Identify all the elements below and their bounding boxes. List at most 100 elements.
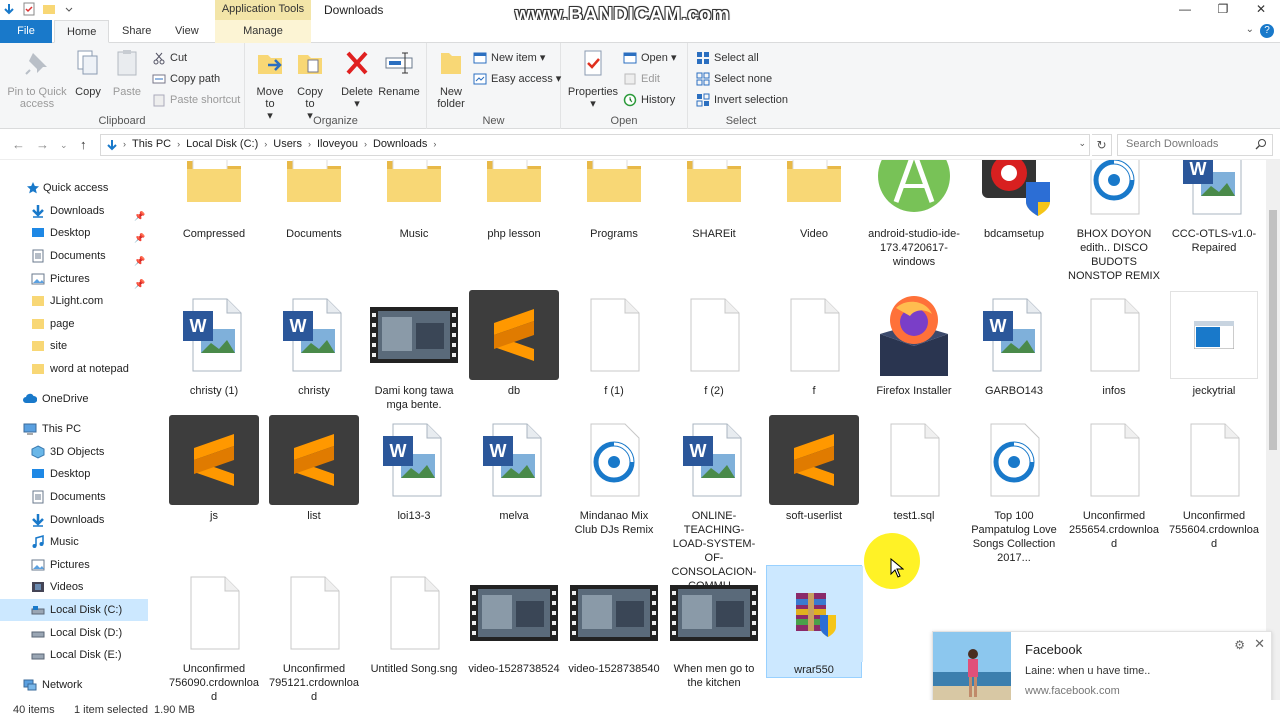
file-tile[interactable]: f <box>766 287 862 398</box>
forward-arrow-icon[interactable]: → <box>36 137 49 152</box>
tab-file[interactable]: File <box>0 20 52 43</box>
file-tile[interactable]: Wloi13-3 <box>366 412 462 523</box>
file-tile[interactable]: W CCC-OTLS-v1.0-Repaired <box>1166 160 1262 255</box>
file-tile[interactable]: Unconfirmed 795121.crdownload <box>266 565 362 700</box>
file-tile[interactable]: Compressed <box>166 160 262 241</box>
nav-3d-objects[interactable]: 3D Objects <box>0 441 148 463</box>
close-icon[interactable]: ✕ <box>1254 636 1265 652</box>
file-tile[interactable]: Wmelva <box>466 412 562 523</box>
help-icon[interactable]: ? <box>1260 24 1274 38</box>
file-tile[interactable]: Documents <box>266 160 362 241</box>
crumb-this-pc[interactable]: This PC <box>132 138 171 150</box>
open-button[interactable]: Open ▾ <box>623 49 677 67</box>
crumb-downloads[interactable]: Downloads <box>373 138 427 150</box>
up-arrow-icon[interactable]: ↑ <box>80 137 87 152</box>
nav-onedrive[interactable]: OneDrive <box>0 388 148 410</box>
nav-qa-pictures[interactable]: Pictures 📌 <box>0 268 148 290</box>
file-tile[interactable]: js <box>166 412 262 523</box>
nav-pc-documents[interactable]: Documents <box>0 486 148 508</box>
nav-pc-pictures[interactable]: Pictures <box>0 554 148 576</box>
file-tile[interactable]: video-1528738524 <box>466 565 562 676</box>
file-tile[interactable]: jeckytrial <box>1166 287 1262 398</box>
file-tile[interactable]: Dami kong tawa mga bente. <box>366 287 462 412</box>
file-tile[interactable]: Unconfirmed 755604.crdownload <box>1166 412 1262 551</box>
file-tile[interactable]: soft-userlist <box>766 412 862 523</box>
file-tile[interactable]: php lesson <box>466 160 562 241</box>
file-tile[interactable]: Unconfirmed 255654.crdownload <box>1066 412 1162 551</box>
file-tile[interactable]: test1.sql <box>866 412 962 523</box>
file-tile[interactable]: When men go to the kitchen <box>666 565 762 690</box>
file-tile[interactable]: Music <box>366 160 462 241</box>
nav-qa-downloads[interactable]: Downloads 📌 <box>0 200 148 222</box>
nav-qa-word-at-notepad[interactable]: word at notepad <box>0 358 148 380</box>
search-input[interactable]: Search Downloads <box>1117 134 1273 156</box>
new-folder-icon[interactable] <box>42 2 56 16</box>
crumb-users[interactable]: Users <box>273 138 302 150</box>
nav-local-disk-d[interactable]: Local Disk (D:) <box>0 622 148 644</box>
nav-pc-videos[interactable]: Videos <box>0 576 148 598</box>
invert-selection-button[interactable]: Invert selection <box>696 91 788 109</box>
file-tile[interactable]: f (1) <box>566 287 662 398</box>
facebook-notification[interactable]: Facebook Laine: when u have time.. www.f… <box>932 631 1272 710</box>
file-tile[interactable]: Firefox Installer <box>866 287 962 398</box>
cut-button[interactable]: Cut <box>152 49 187 67</box>
file-tile[interactable]: Video <box>766 160 862 241</box>
tab-manage[interactable]: Manage <box>215 20 311 43</box>
copy-button[interactable]: Copy <box>72 47 104 98</box>
rename-button[interactable]: Rename <box>377 47 421 98</box>
back-arrow-icon[interactable]: ← <box>12 137 25 152</box>
file-tile[interactable]: Mindanao Mix Club DJs Remix <box>566 412 662 537</box>
nav-qa-documents[interactable]: Documents 📌 <box>0 245 148 267</box>
file-tile[interactable]: Top 100 Pampatulog Love Songs Collection… <box>966 412 1062 565</box>
tab-home[interactable]: Home <box>54 20 110 43</box>
vertical-scrollbar[interactable] <box>1266 160 1280 700</box>
nav-pc-music[interactable]: Music <box>0 531 148 553</box>
crumb-local-disk[interactable]: Local Disk (C:) <box>186 138 258 150</box>
file-tile[interactable]: SHAREit <box>666 160 762 241</box>
nav-pc-downloads[interactable]: Downloads <box>0 509 148 531</box>
nav-qa-page[interactable]: page <box>0 313 148 335</box>
maximize-button[interactable]: ❐ <box>1204 0 1242 20</box>
history-button[interactable]: History <box>623 91 675 109</box>
file-tile[interactable]: Wchristy <box>266 287 362 398</box>
move-to-button[interactable]: Move to ▾ <box>253 47 287 122</box>
file-tile[interactable]: Wchristy (1) <box>166 287 262 398</box>
properties-button[interactable]: Properties ▾ <box>567 47 619 110</box>
nav-quick-access[interactable]: Quick access <box>0 177 148 199</box>
file-tile[interactable]: infos <box>1066 287 1162 398</box>
nav-pc-desktop[interactable]: Desktop <box>0 463 148 485</box>
select-none-button[interactable]: Select none <box>696 70 772 88</box>
nav-qa-jlight[interactable]: JLight.com <box>0 290 148 312</box>
scrollbar-thumb[interactable] <box>1269 210 1277 450</box>
nav-local-disk-e[interactable]: Local Disk (E:) <box>0 644 148 666</box>
nav-qa-desktop[interactable]: Desktop 📌 <box>0 222 148 244</box>
file-tile[interactable]: BHOX DOYON edith.. DISCO BUDOTS NONSTOP … <box>1066 160 1162 283</box>
tab-share[interactable]: Share <box>110 20 163 43</box>
copy-to-button[interactable]: Copy to ▾ <box>293 47 327 122</box>
delete-button[interactable]: Delete ▾ <box>339 47 375 110</box>
file-tile[interactable]: Unconfirmed 756090.crdownload <box>166 565 262 700</box>
address-dropdown-icon[interactable]: ⌄ <box>1078 138 1086 149</box>
crumb-user[interactable]: Iloveyou <box>317 138 358 150</box>
recent-locations-chevron-icon[interactable]: ⌄ <box>60 140 68 151</box>
properties-check-icon[interactable] <box>22 2 36 16</box>
minimize-button[interactable]: — <box>1166 0 1204 20</box>
address-bar[interactable]: › This PC › Local Disk (C:) › Users › Il… <box>100 134 1090 156</box>
close-button[interactable]: ✕ <box>1242 0 1280 20</box>
file-tile[interactable]: Untitled Song.sng <box>366 565 462 676</box>
copy-path-button[interactable]: Copy path <box>152 70 220 88</box>
tab-view[interactable]: View <box>163 20 211 43</box>
gear-icon[interactable]: ⚙ <box>1234 638 1245 652</box>
file-tile[interactable]: db <box>466 287 562 398</box>
file-tile[interactable]: list <box>266 412 362 523</box>
file-tile[interactable]: bdcamsetup <box>966 160 1062 241</box>
paste-shortcut-button[interactable]: Paste shortcut <box>152 91 240 109</box>
paste-button[interactable]: Paste <box>110 47 144 98</box>
nav-qa-site[interactable]: site <box>0 335 148 357</box>
select-all-button[interactable]: Select all <box>696 49 759 67</box>
file-tile[interactable]: Programs <box>566 160 662 241</box>
nav-local-disk-c[interactable]: Local Disk (C:) <box>0 599 148 621</box>
edit-button[interactable]: Edit <box>623 70 660 88</box>
new-folder-button[interactable]: New folder <box>435 47 467 110</box>
down-arrow-icon[interactable] <box>2 2 16 16</box>
